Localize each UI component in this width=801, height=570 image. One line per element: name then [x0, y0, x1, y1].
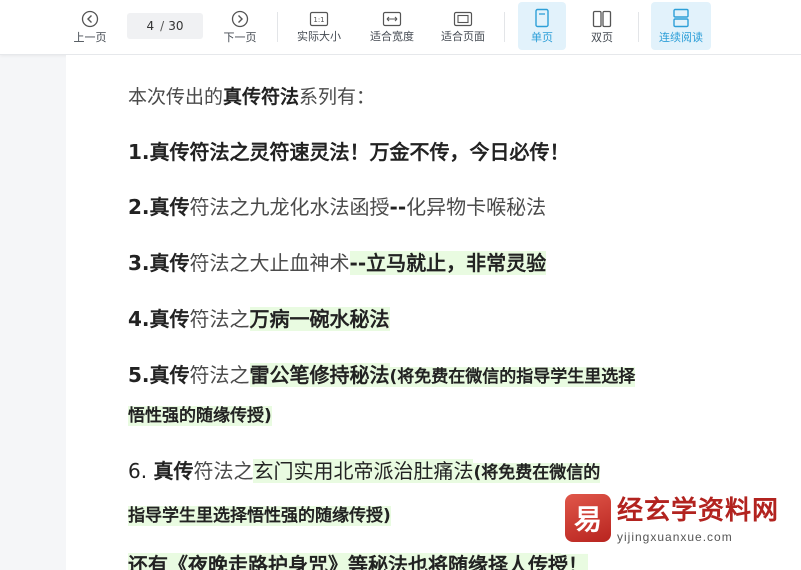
item-text: 符法之九龙化水法函授: [189, 195, 390, 219]
item-text: 符法之: [189, 307, 250, 331]
item-text: 真传符法之灵符速灵法！万金不传，今日必传！: [149, 140, 570, 164]
chevron-left-circle-icon: [81, 10, 99, 28]
item-text: 真传: [149, 307, 190, 331]
list-item-3: 3.真传符法之大止血神术--立马就止，非常灵验: [128, 250, 547, 276]
highlighted-text: (将免费在微信的指导学生里选择: [389, 367, 636, 387]
item-text: 符法之: [189, 363, 250, 387]
fit-page-icon: [453, 11, 473, 27]
single-page-button[interactable]: 单页: [518, 2, 566, 50]
watermark-title: 经玄学资料网: [617, 496, 780, 526]
next-page-label: 下一页: [223, 31, 257, 44]
next-page-button[interactable]: 下一页: [216, 0, 264, 54]
item-text: 真传: [153, 459, 194, 483]
current-page: 4: [146, 19, 155, 33]
list-item-5-continued: 悟性强的随缘传授): [128, 401, 272, 429]
list-item-4: 4.真传符法之万病一碗水秘法: [128, 306, 390, 332]
site-watermark: 易 经玄学资料网 yijingxuanxue.com: [561, 494, 801, 554]
continuous-scroll-icon: [673, 8, 689, 28]
list-item-6-continued: 指导学生里选择悟性强的随缘传授): [128, 501, 391, 529]
item-text: 符法之: [193, 459, 254, 483]
page-number-input[interactable]: 4 / 30: [127, 13, 203, 39]
item-number: 5.: [128, 363, 150, 387]
double-page-button[interactable]: 双页: [578, 0, 626, 54]
actual-size-icon: 1:1: [309, 11, 329, 27]
highlighted-text: 万病一碗水秘法: [249, 307, 390, 331]
toolbar-divider: [277, 12, 278, 42]
watermark-url: yijingxuanxue.com: [617, 530, 733, 544]
last-line: 还有《夜晚走路护身咒》等秘法也将随缘择人传授！: [128, 552, 588, 570]
chevron-right-circle-icon: [231, 10, 249, 28]
highlighted-text: 玄门实用北帝派治肚痛法: [253, 459, 474, 483]
item-text: 化异物卡喉秘法: [406, 195, 547, 219]
actual-size-button[interactable]: 1:1 实际大小: [292, 0, 346, 54]
total-pages: 30: [168, 19, 184, 33]
fit-page-label: 适合页面: [441, 30, 485, 43]
svg-text:1:1: 1:1: [313, 16, 324, 24]
item-number: 2.: [128, 195, 150, 219]
yi-logo-icon: 易: [565, 494, 611, 542]
intro-text: 本次传出的: [128, 86, 224, 108]
item-number: 6.: [128, 459, 154, 483]
continuous-read-button[interactable]: 连续阅读: [651, 2, 711, 50]
fit-width-icon: [382, 11, 402, 27]
page-separator: /: [160, 19, 165, 33]
list-item-1: 1.真传符法之灵符速灵法！万金不传，今日必传！: [128, 139, 570, 165]
document-page: 本次传出的真传符法系列有： 1.真传符法之灵符速灵法！万金不传，今日必传！ 2.…: [66, 55, 801, 570]
highlighted-text: --立马就止，非常灵验: [349, 251, 547, 275]
item-number: 1.: [128, 140, 150, 164]
single-page-icon: [535, 8, 549, 28]
fit-width-label: 适合宽度: [370, 30, 414, 43]
list-item-5: 5.真传符法之雷公笔修持秘法(将免费在微信的指导学生里选择: [128, 362, 636, 390]
pdf-toolbar: 上一页 4 / 30 下一页 1:1 实际大小 适合宽度 适合页面 单页 双页 …: [0, 0, 801, 55]
item-text: 真传: [149, 363, 190, 387]
item-text: 真传: [149, 195, 190, 219]
item-text: 符法之大止血神术: [189, 251, 350, 275]
logo-glyph: 易: [573, 503, 602, 536]
highlighted-text: 悟性强的随缘传授): [128, 406, 272, 426]
list-item-2: 2.真传符法之九龙化水法函授--化异物卡喉秘法: [128, 194, 546, 220]
highlighted-text: (将免费在微信的: [473, 463, 601, 483]
fit-width-button[interactable]: 适合宽度: [363, 0, 421, 54]
toolbar-divider: [638, 12, 639, 42]
highlighted-text: 还有《夜晚走路护身咒》等秘法也将随缘择人传授！: [128, 553, 588, 570]
toolbar-divider: [504, 12, 505, 42]
actual-size-label: 实际大小: [297, 30, 341, 43]
prev-page-label: 上一页: [73, 31, 107, 44]
fit-page-button[interactable]: 适合页面: [435, 0, 491, 54]
single-page-label: 单页: [531, 31, 553, 44]
continuous-read-label: 连续阅读: [659, 31, 703, 44]
item-number: 3.: [128, 251, 150, 275]
intro-line: 本次传出的真传符法系列有：: [128, 84, 375, 110]
highlighted-text: 雷公笔修持秘法: [249, 363, 390, 387]
double-page-label: 双页: [591, 31, 613, 44]
prev-page-button[interactable]: 上一页: [66, 0, 114, 54]
intro-text-end: 系列有：: [299, 86, 376, 108]
item-number: 4.: [128, 307, 150, 331]
item-text: 真传: [149, 251, 190, 275]
highlighted-text: 指导学生里选择悟性强的随缘传授): [128, 506, 391, 526]
list-item-6: 6. 真传符法之玄门实用北帝派治肚痛法(将免费在微信的: [128, 458, 601, 486]
intro-bold: 真传符法: [223, 86, 300, 108]
double-page-icon: [592, 10, 612, 28]
item-text: --: [389, 195, 407, 219]
